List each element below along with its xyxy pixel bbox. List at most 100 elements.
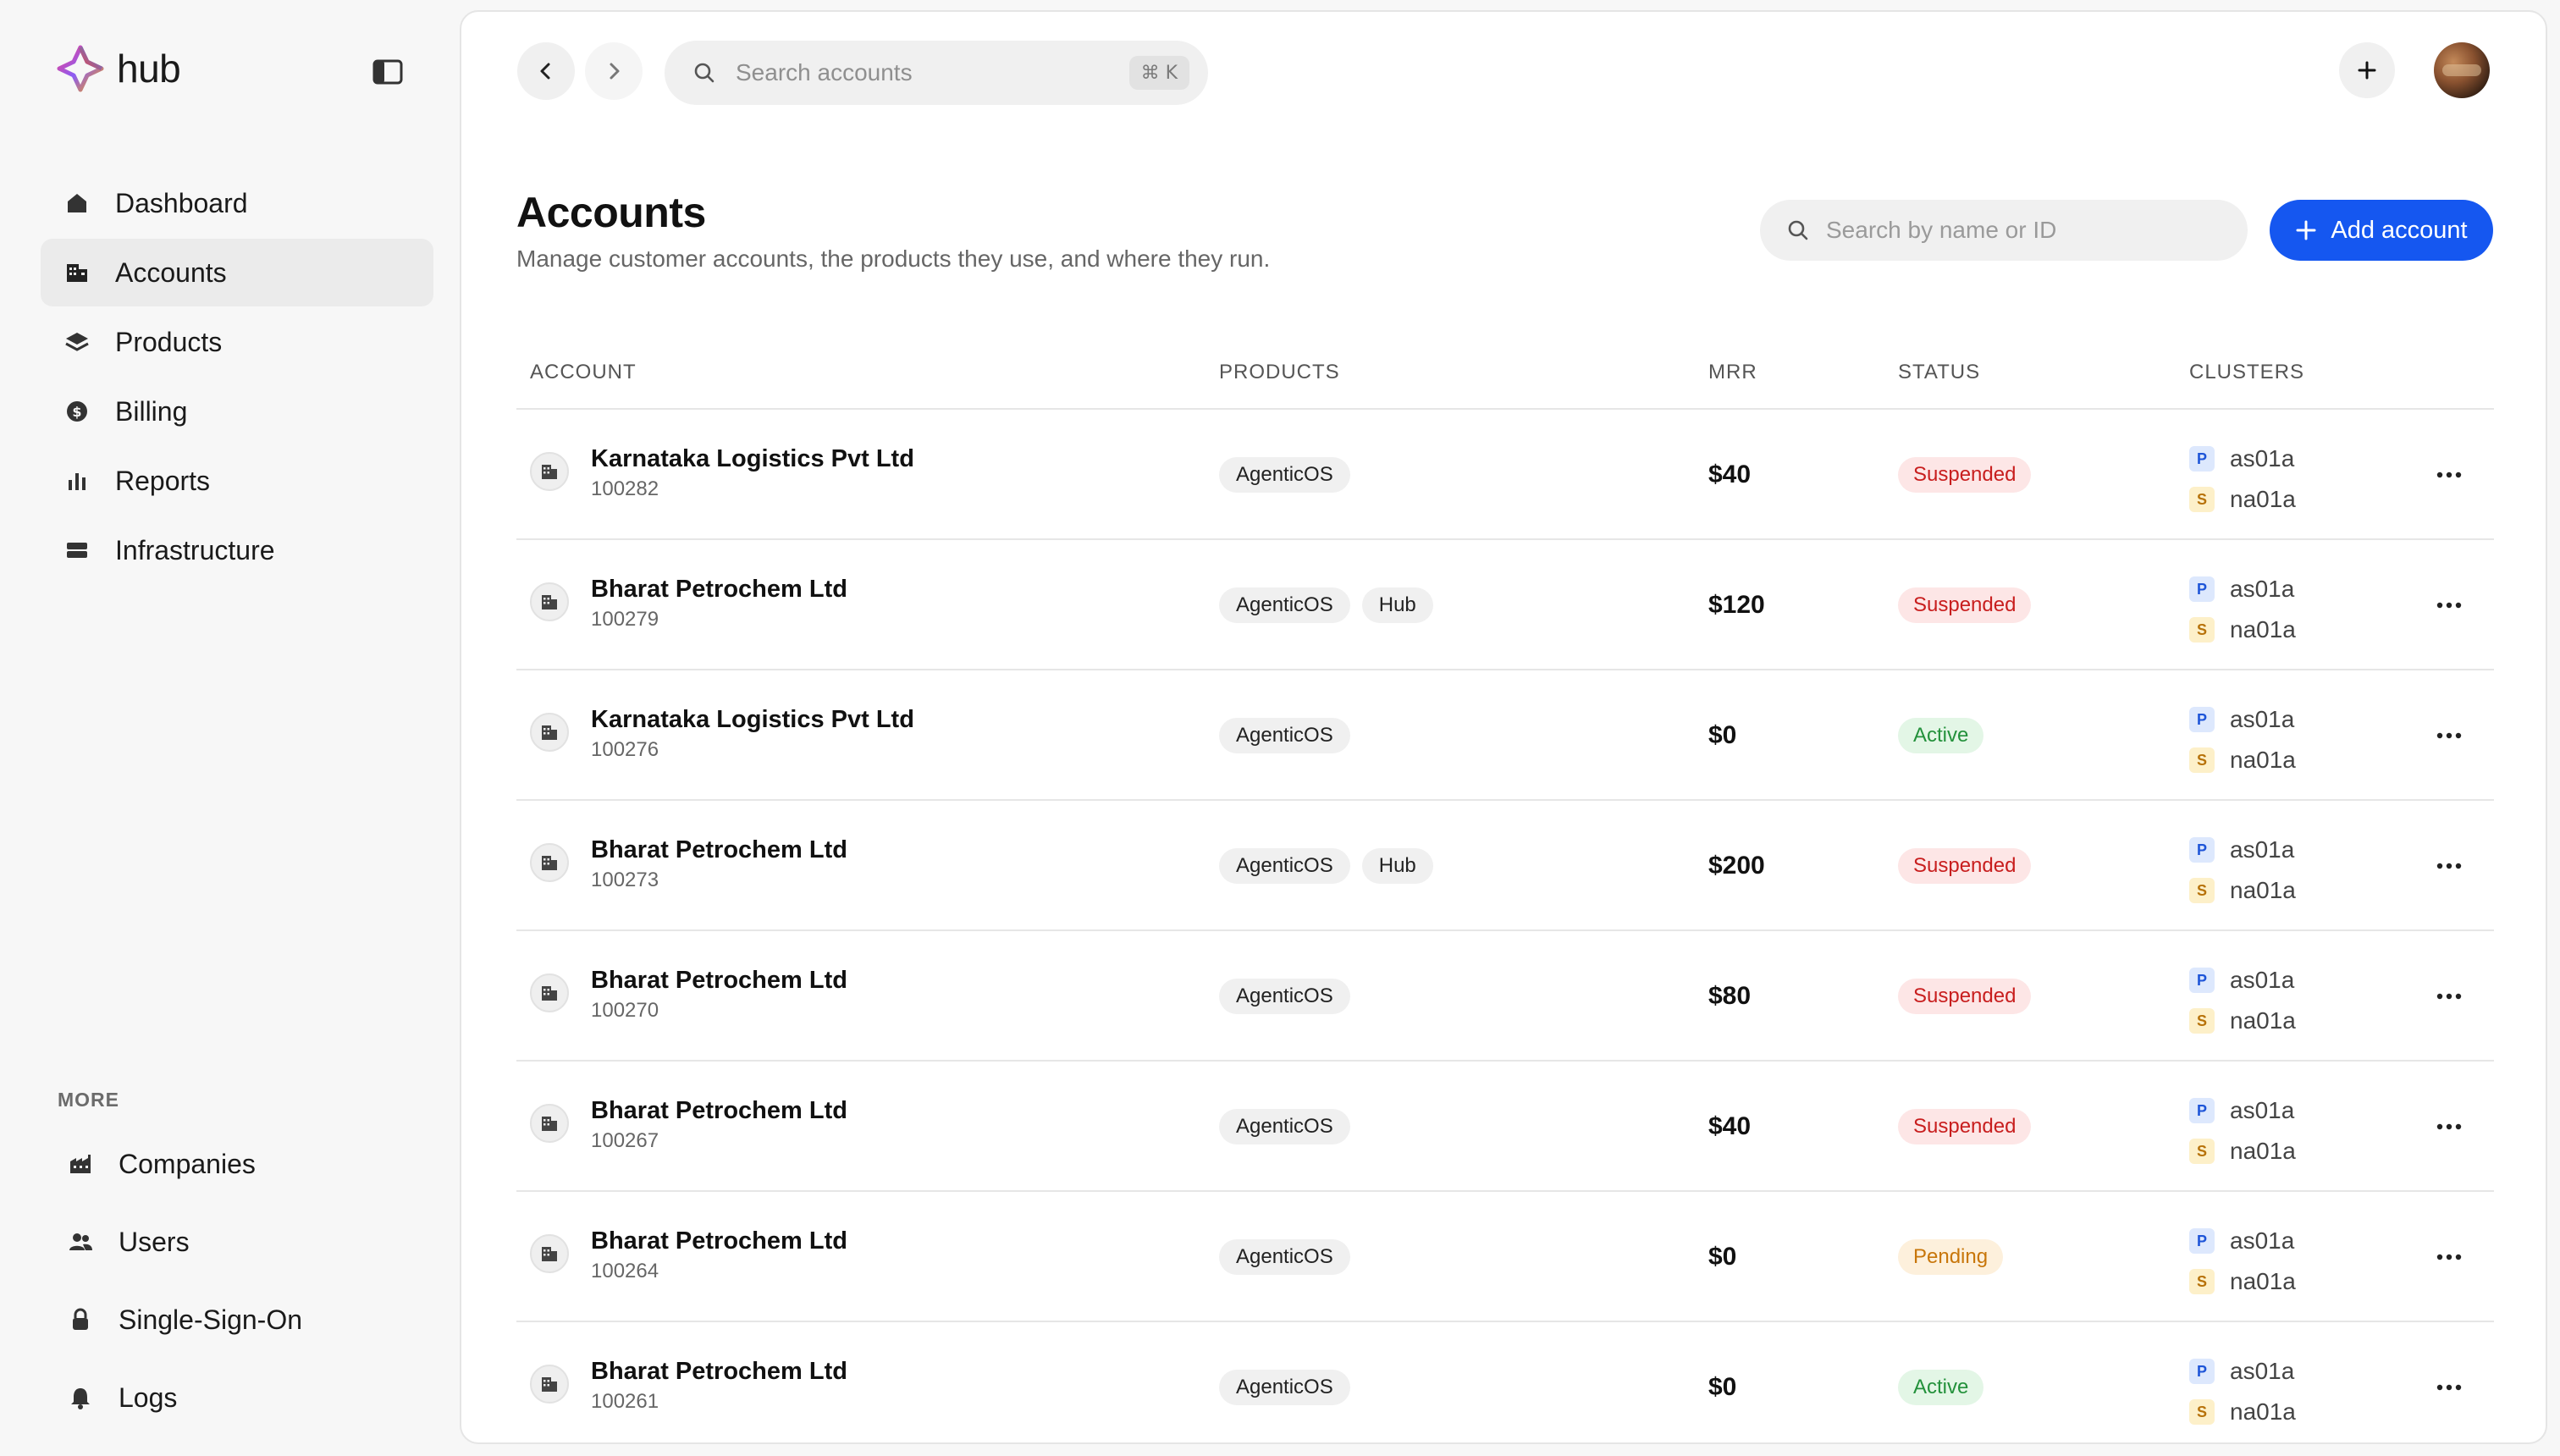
nav-item-dashboard[interactable]: Dashboard — [41, 169, 433, 237]
table-row[interactable]: Bharat Petrochem Ltd 100261 AgenticOS $0… — [516, 1322, 2494, 1442]
hub-logo-icon — [57, 45, 104, 92]
cluster-name: as01a — [2230, 1227, 2295, 1254]
row-actions-icon[interactable] — [2430, 457, 2469, 493]
nav-item-users[interactable]: Users — [44, 1204, 437, 1280]
nav-label: Single-Sign-On — [119, 1304, 302, 1335]
product-chip: AgenticOS — [1219, 979, 1350, 1014]
sidebar-toggle-icon[interactable] — [372, 59, 403, 85]
cluster-item: P as01a — [2189, 1221, 2296, 1261]
main-panel: ⌘ K Accounts Manage customer accounts, t… — [460, 10, 2547, 1444]
account-id: 100282 — [591, 477, 659, 500]
account-id: 100276 — [591, 738, 659, 761]
column-header-account[interactable]: ACCOUNT — [530, 361, 637, 384]
product-list: AgenticOS Hub — [1219, 848, 1433, 884]
nav-label: Accounts — [115, 256, 227, 288]
users-icon — [66, 1227, 95, 1256]
cluster-list: P as01a S na01a — [2189, 569, 2296, 650]
mrr-value: $0 — [1708, 1373, 1737, 1401]
user-avatar[interactable] — [2434, 42, 2490, 98]
nav-item-sso[interactable]: Single-Sign-On — [44, 1282, 437, 1358]
dollar-circle-icon: $ — [63, 397, 91, 426]
main-nav: Dashboard Accounts Products $ Billing Re… — [41, 169, 433, 586]
nav-item-companies[interactable]: Companies — [44, 1126, 437, 1202]
global-search[interactable]: ⌘ K — [665, 41, 1208, 105]
nav-item-reports[interactable]: Reports — [41, 447, 433, 515]
mrr-value: $0 — [1708, 1243, 1737, 1271]
nav-item-products[interactable]: Products — [41, 308, 433, 376]
column-header-status[interactable]: STATUS — [1898, 361, 1980, 384]
svg-text:$: $ — [72, 404, 81, 420]
row-actions-icon[interactable] — [2430, 718, 2469, 753]
account-building-icon — [530, 582, 569, 621]
nav-item-infrastructure[interactable]: Infrastructure — [41, 516, 433, 584]
cluster-name: na01a — [2230, 747, 2296, 773]
row-actions-icon[interactable] — [2430, 979, 2469, 1014]
account-name[interactable]: Karnataka Logistics Pvt Ltd — [591, 445, 914, 473]
nav-item-accounts[interactable]: Accounts — [41, 239, 433, 306]
row-actions-icon[interactable] — [2430, 1239, 2469, 1275]
account-name[interactable]: Bharat Petrochem Ltd — [591, 967, 847, 995]
status-badge: Active — [1898, 1370, 1984, 1405]
nav-label: Companies — [119, 1148, 256, 1179]
status-badge: Suspended — [1898, 457, 2032, 493]
accounts-search-input[interactable] — [1826, 217, 2232, 244]
create-button[interactable] — [2339, 42, 2395, 98]
cluster-list: P as01a S na01a — [2189, 1090, 2296, 1172]
account-id: 100264 — [591, 1260, 659, 1282]
column-header-products[interactable]: PRODUCTS — [1219, 361, 1340, 384]
brand[interactable]: hub — [56, 44, 181, 93]
account-name[interactable]: Karnataka Logistics Pvt Ltd — [591, 706, 914, 734]
account-name[interactable]: Bharat Petrochem Ltd — [591, 1097, 847, 1125]
accounts-search[interactable] — [1760, 200, 2248, 261]
row-actions-icon[interactable] — [2430, 587, 2469, 623]
nav-item-billing[interactable]: $ Billing — [41, 378, 433, 445]
table-row[interactable]: Bharat Petrochem Ltd 100270 AgenticOS $8… — [516, 931, 2494, 1062]
nav-label: Logs — [119, 1382, 178, 1413]
column-header-clusters[interactable]: CLUSTERS — [2189, 361, 2304, 384]
nav-item-logs[interactable]: Logs — [44, 1359, 437, 1436]
product-chip: AgenticOS — [1219, 1370, 1350, 1405]
mrr-value: $120 — [1708, 591, 1765, 619]
back-button[interactable] — [517, 42, 575, 100]
cluster-item: P as01a — [2189, 960, 2296, 1001]
table-body: Karnataka Logistics Pvt Ltd 100282 Agent… — [516, 410, 2494, 1442]
building-icon — [63, 258, 91, 287]
forward-button[interactable] — [585, 42, 643, 100]
global-search-input[interactable] — [736, 59, 1108, 86]
factory-icon — [66, 1150, 95, 1178]
cluster-name: na01a — [2230, 1398, 2296, 1425]
account-name[interactable]: Bharat Petrochem Ltd — [591, 1358, 847, 1386]
account-building-icon — [530, 843, 569, 882]
add-account-button[interactable]: Add account — [2270, 200, 2493, 261]
account-name[interactable]: Bharat Petrochem Ltd — [591, 836, 847, 864]
table-row[interactable]: Karnataka Logistics Pvt Ltd 100282 Agent… — [516, 410, 2494, 540]
cluster-name: as01a — [2230, 967, 2295, 993]
table-row[interactable]: Karnataka Logistics Pvt Ltd 100276 Agent… — [516, 670, 2494, 801]
table-row[interactable]: Bharat Petrochem Ltd 100267 AgenticOS $4… — [516, 1062, 2494, 1192]
account-building-icon — [530, 1365, 569, 1404]
row-actions-icon[interactable] — [2430, 1109, 2469, 1144]
search-icon — [1788, 220, 1808, 240]
cluster-name: na01a — [2230, 1007, 2296, 1034]
cluster-list: P as01a S na01a — [2189, 960, 2296, 1041]
column-header-mrr[interactable]: MRR — [1708, 361, 1757, 384]
cluster-list: P as01a S na01a — [2189, 1221, 2296, 1302]
row-actions-icon[interactable] — [2430, 1370, 2469, 1405]
cluster-list: P as01a S na01a — [2189, 699, 2296, 780]
product-chip: AgenticOS — [1219, 1109, 1350, 1144]
row-actions-icon[interactable] — [2430, 848, 2469, 884]
add-account-label: Add account — [2331, 216, 2468, 244]
cluster-name: as01a — [2230, 576, 2295, 602]
product-chip: Hub — [1361, 587, 1433, 623]
table-row[interactable]: Bharat Petrochem Ltd 100264 AgenticOS $0… — [516, 1192, 2494, 1322]
account-building-icon — [530, 1104, 569, 1143]
account-name[interactable]: Bharat Petrochem Ltd — [591, 576, 847, 604]
home-icon — [63, 189, 91, 218]
account-name[interactable]: Bharat Petrochem Ltd — [591, 1227, 847, 1255]
cluster-role-badge: S — [2189, 1139, 2215, 1164]
mrr-value: $0 — [1708, 721, 1737, 749]
product-list: AgenticOS Hub — [1219, 587, 1433, 623]
table-row[interactable]: Bharat Petrochem Ltd 100273 AgenticOS Hub… — [516, 801, 2494, 931]
table-row[interactable]: Bharat Petrochem Ltd 100279 AgenticOS Hub… — [516, 540, 2494, 670]
page-subtitle: Manage customer accounts, the products t… — [516, 245, 1271, 272]
